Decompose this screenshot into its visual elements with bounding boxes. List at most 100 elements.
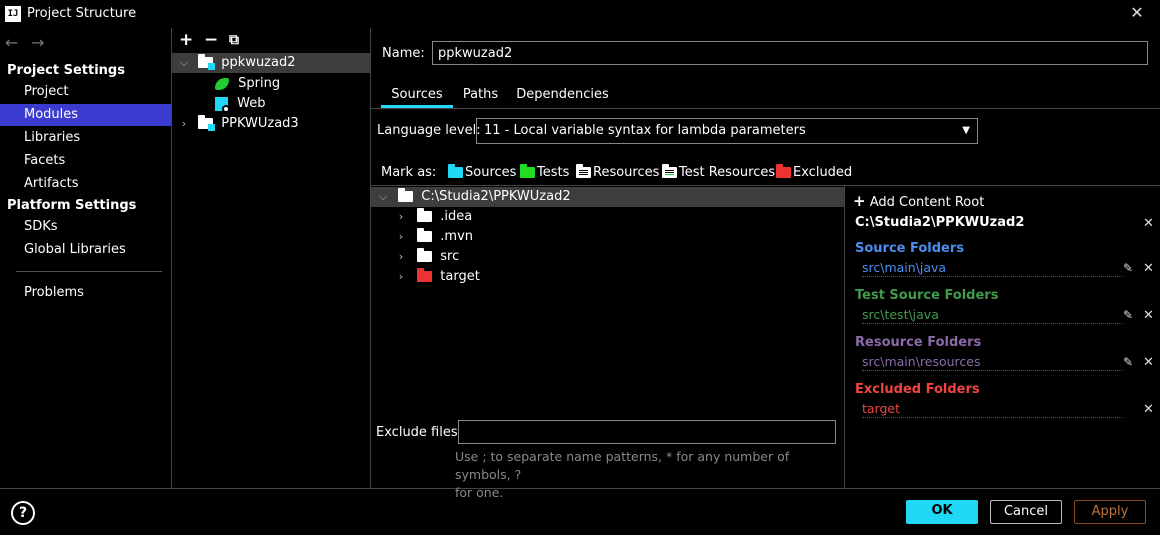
- add-module-button[interactable]: +: [179, 31, 193, 49]
- chevron-right-icon[interactable]: ›: [178, 114, 190, 134]
- chevron-right-icon[interactable]: ›: [395, 267, 407, 287]
- cancel-button[interactable]: Cancel: [990, 500, 1062, 524]
- divider: [370, 28, 371, 488]
- exclude-files-label: Exclude files:: [376, 425, 463, 440]
- tree-item-facet-web[interactable]: Web: [215, 94, 265, 114]
- folder-name: .idea: [440, 209, 473, 224]
- remove-folder-icon[interactable]: ✕: [1143, 308, 1154, 323]
- plus-icon: +: [853, 192, 866, 210]
- content-root-path: C:\Studia2\PPKWUzad2: [421, 189, 571, 204]
- tab-dependencies[interactable]: Dependencies: [512, 86, 613, 108]
- ok-button[interactable]: OK: [906, 500, 978, 524]
- remove-folder-icon[interactable]: ✕: [1143, 261, 1154, 276]
- platform-settings-heading: Platform Settings: [7, 198, 137, 213]
- nav-item-libraries[interactable]: Libraries: [0, 127, 171, 149]
- add-content-root-label: Add Content Root: [869, 195, 985, 210]
- edit-pencil-icon[interactable]: ✎: [1123, 261, 1133, 275]
- mark-resources-label: Resources: [593, 165, 660, 180]
- folder-name: .mvn: [440, 229, 474, 244]
- mark-sources-label: Sources: [465, 165, 517, 180]
- module-name: PPKWUzad3: [221, 116, 299, 131]
- remove-folder-icon[interactable]: ✕: [1143, 402, 1154, 417]
- nav-item-sdks[interactable]: SDKs: [0, 216, 171, 238]
- chevron-down-icon[interactable]: ⌵: [377, 187, 389, 207]
- tab-paths[interactable]: Paths: [457, 86, 504, 108]
- dropdown-caret-icon: ▼: [962, 125, 970, 136]
- mark-test-resources-label: Test Resources: [679, 165, 776, 180]
- language-level-select[interactable]: 11 - Local variable syntax for lambda pa…: [476, 118, 978, 144]
- resource-folders-title: Resource Folders: [855, 335, 982, 350]
- test-source-folder-entry[interactable]: src\test\java: [862, 307, 1122, 324]
- nav-item-facets[interactable]: Facets: [0, 150, 171, 172]
- remove-content-root-icon[interactable]: ✕: [1143, 216, 1154, 231]
- nav-item-modules[interactable]: Modules: [0, 104, 171, 126]
- excluded-folders-title: Excluded Folders: [855, 382, 980, 397]
- add-content-root-button[interactable]: + Add Content Root: [853, 192, 984, 210]
- mark-resources-button[interactable]: Resources: [576, 164, 660, 180]
- mark-tests-button[interactable]: Tests: [520, 164, 570, 180]
- hint-line: for one.: [455, 485, 504, 500]
- mark-excluded-button[interactable]: Excluded: [776, 164, 853, 180]
- close-window-button[interactable]: ✕: [1127, 3, 1147, 23]
- folder-icon: [417, 208, 433, 222]
- module-folder-icon: [198, 54, 216, 70]
- edit-pencil-icon[interactable]: ✎: [1123, 308, 1133, 322]
- tree-item-folder[interactable]: › src: [395, 247, 459, 267]
- module-folder-icon: [198, 115, 216, 131]
- tree-item-module-ppkwuzad2[interactable]: ⌵ ppkwuzad2: [172, 53, 370, 73]
- chevron-right-icon[interactable]: ›: [395, 207, 407, 227]
- source-folders-title: Source Folders: [855, 241, 965, 256]
- exclude-files-input[interactable]: [458, 420, 836, 444]
- web-facet-icon: [215, 96, 230, 113]
- folder-name: target: [440, 269, 480, 284]
- folder-icon: [398, 188, 414, 202]
- nav-item-artifacts[interactable]: Artifacts: [0, 173, 171, 195]
- nav-item-global-libraries[interactable]: Global Libraries: [0, 239, 171, 261]
- content-root-path: C:\Studia2\PPKWUzad2: [855, 215, 1025, 230]
- nav-item-problems[interactable]: Problems: [0, 282, 171, 304]
- divider: [844, 186, 845, 488]
- project-settings-heading: Project Settings: [7, 63, 125, 78]
- tab-sources[interactable]: Sources: [381, 86, 453, 108]
- module-name-input[interactable]: [432, 41, 1148, 65]
- remove-module-button[interactable]: −: [204, 31, 218, 49]
- apply-button[interactable]: Apply: [1074, 500, 1146, 524]
- nav-item-project[interactable]: Project: [0, 81, 171, 103]
- window-title: Project Structure: [27, 6, 137, 21]
- tree-item-folder[interactable]: › .idea: [395, 207, 472, 227]
- chevron-right-icon[interactable]: ›: [395, 247, 407, 267]
- mark-tests-label: Tests: [537, 165, 570, 180]
- mark-test-resources-button[interactable]: Test Resources: [662, 164, 776, 180]
- chevron-right-icon[interactable]: ›: [395, 227, 407, 247]
- name-label: Name:: [382, 46, 425, 61]
- tests-folder-icon: [520, 164, 535, 178]
- folder-icon: [417, 248, 433, 262]
- resources-folder-icon: [576, 164, 591, 178]
- edit-pencil-icon[interactable]: ✎: [1123, 355, 1133, 369]
- content-root-row[interactable]: ⌵ C:\Studia2\PPKWUzad2: [371, 187, 844, 207]
- remove-folder-icon[interactable]: ✕: [1143, 355, 1154, 370]
- source-folder-entry[interactable]: src\main\java: [862, 260, 1122, 277]
- mark-sources-button[interactable]: Sources: [448, 164, 517, 180]
- language-level-label: Language level:: [377, 123, 481, 138]
- tree-item-folder[interactable]: › target: [395, 267, 480, 287]
- forward-arrow-icon[interactable]: →: [31, 33, 44, 52]
- resource-folder-entry[interactable]: src\main\resources: [862, 354, 1122, 371]
- mark-excluded-label: Excluded: [793, 165, 853, 180]
- folder-name: src: [440, 249, 460, 264]
- copy-module-button[interactable]: ⧉: [229, 31, 239, 49]
- tree-item-folder[interactable]: › .mvn: [395, 227, 473, 247]
- divider: [371, 108, 1160, 109]
- hint-line: Use ; to separate name patterns, * for a…: [455, 449, 790, 482]
- excluded-folder-entry[interactable]: target: [862, 401, 1122, 418]
- intellij-logo-icon: IJ: [5, 6, 21, 22]
- spring-leaf-icon: [215, 77, 229, 90]
- help-button[interactable]: ?: [11, 501, 35, 525]
- folder-icon: [417, 228, 433, 242]
- back-arrow-icon[interactable]: ←: [5, 33, 18, 52]
- chevron-down-icon[interactable]: ⌵: [178, 53, 190, 73]
- tree-item-module-ppkwuzad3[interactable]: › PPKWUzad3: [178, 114, 299, 134]
- excluded-folder-icon: [776, 164, 791, 178]
- tree-item-facet-spring[interactable]: Spring: [215, 74, 280, 94]
- module-name: ppkwuzad2: [221, 55, 296, 70]
